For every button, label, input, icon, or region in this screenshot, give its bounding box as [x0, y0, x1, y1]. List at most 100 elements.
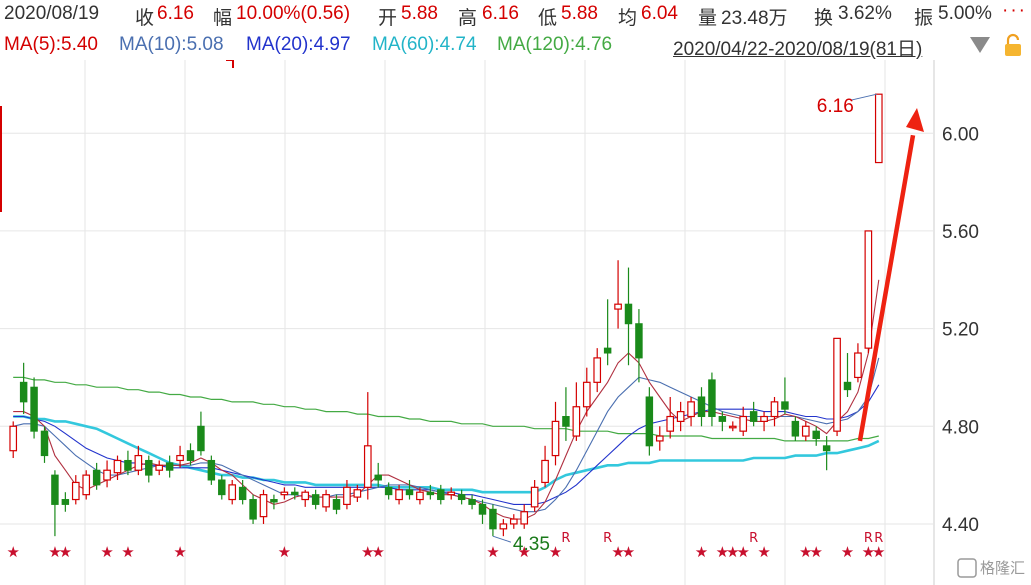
high-price-label: 6.16: [817, 96, 854, 117]
plot-background: [0, 60, 934, 585]
candle-body: [155, 464, 164, 471]
candle-body: [61, 499, 70, 505]
marker-r: R: [561, 531, 570, 546]
candle-body: [822, 445, 831, 452]
candle-body: [739, 415, 748, 432]
candle-body: [113, 459, 122, 474]
candle-body: [874, 93, 883, 164]
close-value: 6.16: [157, 3, 194, 24]
candle-body: [603, 347, 612, 354]
ma-legend-row: MA(5):5.40 MA(10):5.08 MA(20):4.97 MA(60…: [0, 32, 1031, 61]
y-tick-label: 4.40: [942, 515, 979, 536]
candle-body: [447, 491, 456, 496]
marker-star: ★: [841, 543, 854, 561]
candle-body: [165, 462, 174, 471]
candle: [249, 494, 257, 524]
ma20-legend: MA(20):4.97: [246, 34, 351, 55]
candle: [207, 455, 216, 485]
ma5-legend: MA(5):5.40: [4, 34, 98, 55]
amplitude-value: 5.00%: [938, 3, 992, 24]
marker-star: ★: [695, 543, 708, 561]
marker-star: ★: [59, 543, 72, 561]
candle-body: [291, 491, 299, 496]
candle-body: [405, 489, 414, 496]
candle-body: [207, 459, 216, 481]
more-options-button[interactable]: ···: [1002, 0, 1027, 22]
candle-body: [541, 459, 549, 484]
y-tick-label: 6.00: [942, 124, 979, 145]
candle-body: [9, 425, 18, 452]
candle-body: [40, 430, 49, 457]
candle-body: [791, 420, 800, 437]
ma120-legend: MA(120):4.76: [497, 34, 613, 55]
candle-body: [728, 425, 737, 429]
marker-star: ★: [173, 543, 186, 561]
candle-body: [708, 379, 716, 418]
candle-body: [854, 352, 862, 379]
candle-body: [343, 486, 351, 506]
candle-body: [718, 416, 727, 422]
marker-star: ★: [549, 543, 562, 561]
marker-star: ★: [872, 543, 885, 561]
candle-body: [51, 474, 59, 505]
candle-body: [228, 484, 237, 501]
candle-body: [760, 415, 768, 422]
marker-star: ★: [809, 543, 822, 561]
candle-body: [551, 420, 560, 457]
candle-body: [19, 381, 28, 403]
candle-body: [92, 469, 101, 486]
candle-body: [145, 459, 153, 476]
candle-body: [103, 469, 111, 481]
candle-body: [30, 386, 38, 432]
candle-body: [468, 499, 476, 505]
marker-star: ★: [121, 543, 134, 561]
amplitude-label: 振: [914, 8, 934, 29]
candle-body: [249, 499, 257, 520]
candle-body: [426, 491, 435, 496]
unlock-icon[interactable]: [1002, 33, 1024, 57]
candle-body: [645, 396, 654, 447]
candle-body: [124, 459, 132, 471]
candle-body: [311, 494, 320, 505]
y-axis-ticks: 6.00 5.60 5.20 4.80 4.40: [942, 124, 979, 536]
avg-value: 6.04: [641, 3, 678, 24]
candle-body: [197, 425, 205, 452]
ma10-legend: MA(10):5.08: [119, 34, 224, 55]
low-price-label: 4.35: [513, 534, 550, 555]
candle-body: [770, 401, 779, 418]
candle-body: [624, 303, 633, 325]
marker-star: ★: [100, 543, 113, 561]
candle-body: [749, 411, 758, 422]
candle: [645, 387, 654, 456]
low-label: 低: [538, 8, 558, 29]
date-range-selector[interactable]: 2020/04/22-2020/08/19(81日): [673, 34, 922, 61]
candle-body: [218, 479, 226, 496]
volume-value: 23.48万: [721, 8, 788, 29]
candle: [864, 230, 873, 354]
candle-body: [499, 523, 508, 530]
change-label: 幅: [213, 8, 233, 29]
candle-body: [833, 337, 841, 432]
candle-body: [572, 406, 581, 437]
candle-body: [562, 416, 570, 427]
high-value: 6.16: [482, 3, 519, 24]
marker-star: ★: [622, 543, 635, 561]
candle-body: [270, 499, 278, 503]
candle-body: [582, 381, 591, 408]
candle-body: [395, 489, 403, 501]
candle-body: [457, 494, 466, 501]
candle-body: [697, 396, 706, 418]
close-label: 收: [135, 8, 155, 29]
marker-star: ★: [371, 543, 384, 561]
change-value: 10.00%(0.56): [236, 3, 351, 24]
quote-header: 2020/08/19 收 6.16 幅 10.00%(0.56) 开 5.88 …: [0, 0, 1031, 30]
candle-body: [332, 499, 341, 510]
candle-body: [520, 511, 529, 525]
candlestick-chart: 6.005.605.204.804.40 ★ ★★ ★ ★ ★ ★ ★★ ★ ★ ★R R★★ ★ ★★…: [0, 60, 1025, 585]
candle-body: [280, 491, 289, 496]
candle-body: [186, 450, 195, 461]
candle-body: [676, 411, 685, 422]
marker-star: ★: [486, 543, 499, 561]
caret-down-icon[interactable]: [970, 37, 990, 53]
candle-body: [635, 323, 643, 359]
